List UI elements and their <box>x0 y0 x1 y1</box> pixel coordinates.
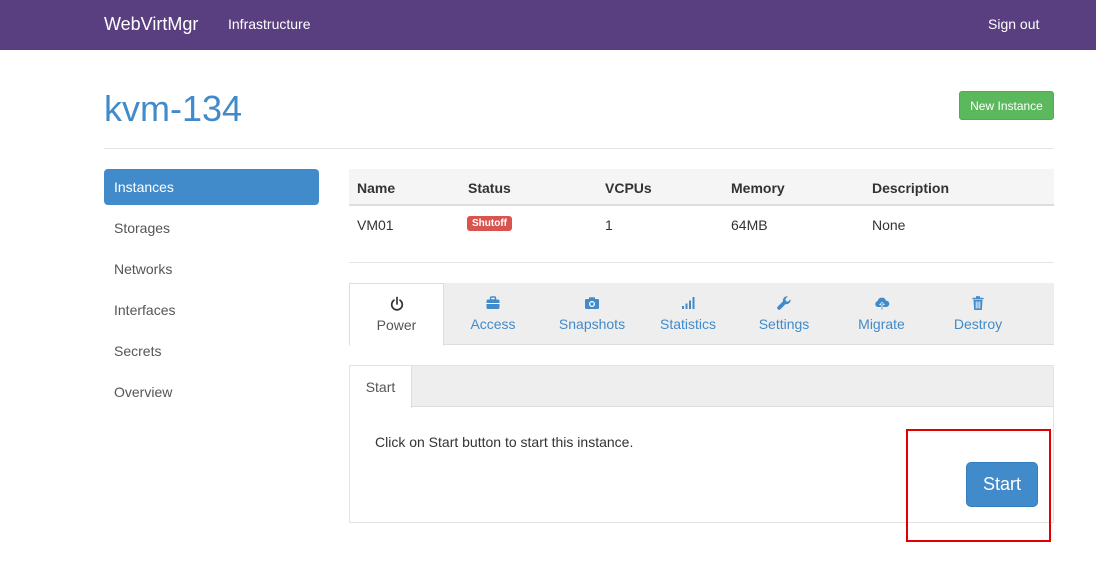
divider <box>104 148 1054 149</box>
tab-statistics[interactable]: Statistics <box>642 283 734 345</box>
power-icon <box>390 296 403 311</box>
tab-access[interactable]: Access <box>444 283 542 345</box>
tab-migrate[interactable]: Migrate <box>834 283 929 345</box>
column-header-vcpus: VCPUs <box>605 180 652 196</box>
sidebar-item-instances[interactable]: Instances <box>104 169 319 205</box>
new-instance-button[interactable]: New Instance <box>959 91 1054 120</box>
camera-icon <box>585 297 599 309</box>
tab-power[interactable]: Power <box>349 283 444 346</box>
start-instructions: Click on Start button to start this inst… <box>375 434 634 450</box>
column-header-status: Status <box>468 180 511 196</box>
cell-description: None <box>872 217 906 233</box>
briefcase-icon <box>486 296 500 309</box>
column-header-name: Name <box>357 180 396 196</box>
divider <box>349 262 1054 263</box>
sign-out-link[interactable]: Sign out <box>988 16 1039 32</box>
column-header-memory: Memory <box>731 180 785 196</box>
brand-logo[interactable]: WebVirtMgr <box>104 14 198 35</box>
sidebar-item-overview[interactable]: Overview <box>104 374 319 410</box>
start-button[interactable]: Start <box>966 462 1038 507</box>
tab-snapshots[interactable]: Snapshots <box>542 283 642 345</box>
tab-destroy[interactable]: Destroy <box>929 283 1027 345</box>
power-subtabs: Start <box>350 366 1053 408</box>
status-badge: Shutoff <box>467 216 512 231</box>
tab-migrate-label: Migrate <box>858 316 905 332</box>
tab-statistics-label: Statistics <box>659 316 716 332</box>
subtab-start[interactable]: Start <box>350 366 412 408</box>
column-header-description: Description <box>872 180 950 196</box>
tab-settings[interactable]: Settings <box>734 283 834 345</box>
tab-access-label: Access <box>470 316 516 332</box>
cell-vcpus: 1 <box>605 217 613 233</box>
sidebar-item-networks[interactable]: Networks <box>104 251 319 287</box>
sidebar-item-secrets[interactable]: Secrets <box>104 333 319 369</box>
sidebar-item-storages[interactable]: Storages <box>104 210 319 246</box>
top-navbar: WebVirtMgr Infrastructure Sign out <box>0 0 1096 50</box>
wrench-icon <box>777 296 791 310</box>
sidebar-item-interfaces[interactable]: Interfaces <box>104 292 319 328</box>
tab-destroy-label: Destroy <box>953 316 1003 332</box>
nav-infrastructure-link[interactable]: Infrastructure <box>228 16 310 32</box>
cell-memory: 64MB <box>731 217 768 233</box>
cell-instance-name[interactable]: VM01 <box>357 217 394 233</box>
table-header-row: Name Status VCPUs Memory Description <box>349 169 1054 206</box>
tab-settings-label: Settings <box>758 316 810 332</box>
trash-icon <box>972 296 984 310</box>
tab-snapshots-label: Snapshots <box>558 316 626 332</box>
tab-power-label: Power <box>376 317 417 333</box>
cloud-upload-icon <box>874 297 889 311</box>
signal-bars-icon <box>682 297 695 309</box>
instance-action-tabs: Power Access Snapshots Statistics Settin… <box>349 283 1054 346</box>
page-title: kvm-134 <box>104 88 243 129</box>
